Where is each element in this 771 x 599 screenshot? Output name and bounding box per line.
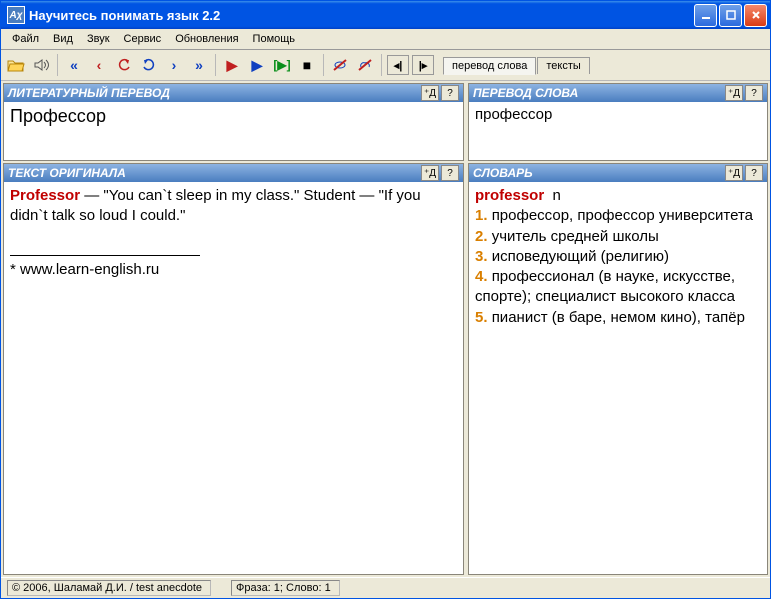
dict-num: 1. (475, 207, 488, 224)
chevron-right-icon: › (172, 57, 177, 73)
double-chevron-right-icon: » (195, 57, 203, 73)
nav-first-button[interactable]: « (63, 54, 85, 76)
dict-def: профессор, профессор университета (492, 207, 753, 224)
sound-button[interactable] (30, 54, 52, 76)
literary-content[interactable]: Профессор (4, 102, 463, 160)
panel-literary-header: ЛИТЕРАТУРНЫЙ ПЕРЕВОД ⁺Д ? (4, 84, 463, 102)
menubar: Файл Вид Звук Сервис Обновления Помощь (1, 29, 770, 50)
panel-dictionary-title: СЛОВАРЬ (473, 166, 723, 180)
original-footer: * www.learn-english.ru (10, 260, 457, 280)
maximize-icon (726, 10, 736, 20)
original-divider (10, 255, 200, 256)
word-trans-content[interactable]: профессор (469, 102, 767, 160)
refresh-back-icon (117, 58, 131, 72)
app-icon: Aχ (7, 6, 25, 24)
tool-step-back-button[interactable]: ◂| (387, 55, 409, 75)
play-icon: ▶ (227, 57, 238, 74)
dict-num: 3. (475, 248, 488, 265)
stop-icon: ■ (303, 57, 311, 73)
titlebar[interactable]: Aχ Научитесь понимать язык 2.2 (1, 1, 770, 29)
menu-service[interactable]: Сервис (117, 31, 169, 47)
panel-help-button[interactable]: ? (745, 85, 763, 101)
play-red-button[interactable]: ▶ (221, 54, 243, 76)
original-content[interactable]: Professor — "You can`t sleep in my class… (4, 182, 463, 574)
maximize-button[interactable] (719, 4, 742, 27)
toolbar: « ‹ › » ▶ ▶ [▶] ■ ◂| |▸ перевод слова те… (1, 50, 770, 81)
app-window: Aχ Научитесь понимать язык 2.2 Файл Вид … (0, 0, 771, 599)
panel-search-button[interactable]: ⁺Д (421, 165, 439, 181)
dict-num: 5. (475, 309, 488, 326)
panel-word-trans-title: ПЕРЕВОД СЛОВА (473, 86, 723, 100)
menu-help[interactable]: Помощь (246, 31, 303, 47)
panel-help-button[interactable]: ? (441, 85, 459, 101)
dict-def: исповедующий (религию) (492, 248, 669, 265)
menu-file[interactable]: Файл (5, 31, 46, 47)
minimize-button[interactable] (694, 4, 717, 27)
bracket-play-icon: [▶] (273, 58, 290, 72)
panel-dictionary-header: СЛОВАРЬ ⁺Д ? (469, 164, 767, 182)
panel-word-translation: ПЕРЕВОД СЛОВА ⁺Д ? профессор (468, 83, 768, 161)
link-strike-icon (357, 58, 373, 72)
step-fwd-icon: |▸ (419, 59, 428, 72)
statusbar: © 2006, Шаламай Д.И. / test anecdote Фра… (1, 577, 770, 598)
original-highlight: Professor (10, 187, 80, 204)
dict-pos: n (553, 187, 561, 204)
workspace: ЛИТЕРАТУРНЫЙ ПЕРЕВОД ⁺Д ? Профессор ПЕРЕ… (1, 81, 770, 577)
panel-search-button[interactable]: ⁺Д (725, 165, 743, 181)
close-icon (751, 10, 761, 20)
step-back-icon: ◂| (394, 59, 403, 72)
tool-step-fwd-button[interactable]: |▸ (412, 55, 434, 75)
menu-sound[interactable]: Звук (80, 31, 117, 47)
nav-next-button[interactable]: › (163, 54, 185, 76)
panel-literary: ЛИТЕРАТУРНЫЙ ПЕРЕВОД ⁺Д ? Профессор (3, 83, 464, 161)
panel-original: ТЕКСТ ОРИГИНАЛА ⁺Д ? Professor — "You ca… (3, 163, 464, 575)
refresh-fwd-icon (142, 58, 156, 72)
menu-view[interactable]: Вид (46, 31, 80, 47)
dict-def: учитель средней школы (492, 228, 659, 245)
refresh-fwd-button[interactable] (138, 54, 160, 76)
panel-help-button[interactable]: ? (441, 165, 459, 181)
folder-open-icon (7, 57, 25, 73)
panel-search-button[interactable]: ⁺Д (725, 85, 743, 101)
dict-headword: professor (475, 187, 544, 204)
panel-search-button[interactable]: ⁺Д (421, 85, 439, 101)
eye-strike-icon (332, 58, 348, 72)
panel-original-title: ТЕКСТ ОРИГИНАЛА (8, 166, 419, 180)
tool-eye-button[interactable] (329, 54, 351, 76)
open-button[interactable] (5, 54, 27, 76)
window-title: Научитесь понимать язык 2.2 (29, 8, 694, 23)
panel-help-button[interactable]: ? (745, 165, 763, 181)
nav-last-button[interactable]: » (188, 54, 210, 76)
speaker-icon (33, 57, 49, 73)
dict-num: 2. (475, 228, 488, 245)
refresh-back-button[interactable] (113, 54, 135, 76)
panel-literary-title: ЛИТЕРАТУРНЫЙ ПЕРЕВОД (8, 86, 419, 100)
chevron-left-icon: ‹ (97, 57, 102, 73)
play-blue-button[interactable]: ▶ (246, 54, 268, 76)
view-tabstrip: перевод слова тексты (443, 56, 591, 74)
status-position: Фраза: 1; Слово: 1 (231, 580, 340, 596)
play-icon: ▶ (252, 57, 263, 74)
nav-prev-button[interactable]: ‹ (88, 54, 110, 76)
tool-link-button[interactable] (354, 54, 376, 76)
panel-word-trans-header: ПЕРЕВОД СЛОВА ⁺Д ? (469, 84, 767, 102)
status-copyright: © 2006, Шаламай Д.И. / test anecdote (7, 580, 211, 596)
dict-def: профессионал (в науке, искусстве, спорте… (475, 268, 735, 305)
stop-button[interactable]: ■ (296, 54, 318, 76)
double-chevron-left-icon: « (70, 57, 78, 73)
dict-def: пианист (в баре, немом кино), тапёр (492, 309, 745, 326)
close-button[interactable] (744, 4, 767, 27)
panel-dictionary: СЛОВАРЬ ⁺Д ? professor n 1. профессор, п… (468, 163, 768, 575)
panel-original-header: ТЕКСТ ОРИГИНАЛА ⁺Д ? (4, 164, 463, 182)
dictionary-content[interactable]: professor n 1. профессор, профессор унив… (469, 182, 767, 574)
minimize-icon (701, 10, 711, 20)
play-bracket-button[interactable]: [▶] (271, 54, 293, 76)
dict-num: 4. (475, 268, 488, 285)
tab-word-translation[interactable]: перевод слова (443, 57, 536, 75)
menu-updates[interactable]: Обновления (168, 31, 245, 47)
tab-texts[interactable]: тексты (537, 57, 589, 74)
